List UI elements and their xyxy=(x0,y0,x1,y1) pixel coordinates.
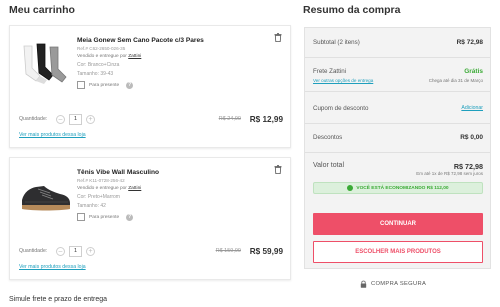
quantity-row: Quantidade: – 1 + R$ 24,90 R$ 12,99 xyxy=(19,113,283,125)
quantity-label: Quantidade: xyxy=(19,248,48,254)
gift-option: Para presente ? xyxy=(77,213,267,221)
quantity-input[interactable]: 1 xyxy=(69,113,82,125)
gift-label: Para presente xyxy=(89,214,120,220)
total-row: Valor total R$ 72,98 xyxy=(313,162,483,171)
seller-prefix: Vendido e entregue por xyxy=(77,54,127,59)
price-new: R$ 59,99 xyxy=(249,246,283,256)
divider xyxy=(305,57,490,58)
check-icon xyxy=(347,185,354,191)
lock-icon xyxy=(360,280,367,288)
coupon-row: Cupom de desconto Adicionar xyxy=(313,105,483,112)
order-summary-panel: Subtotal (2 itens) R$ 72,98 Frete Zattin… xyxy=(304,27,491,269)
savings-badge: VOCÊ ESTÁ ECONOMIZANDO R$ 112,00 xyxy=(313,182,483,194)
store-products-link[interactable]: Ver mais produtos dessa loja xyxy=(19,132,86,138)
product-size: Tamanho: 39-43 xyxy=(77,71,114,77)
trash-icon[interactable] xyxy=(274,33,282,42)
coupon-label: Cupom de desconto xyxy=(313,105,369,112)
total-value: R$ 72,98 xyxy=(453,162,483,171)
seller-link[interactable]: Zattini xyxy=(128,186,141,191)
price-old: R$ 159,99 xyxy=(215,248,241,254)
subtotal-row: Subtotal (2 itens) R$ 72,98 xyxy=(313,39,483,46)
gift-checkbox[interactable] xyxy=(77,81,85,89)
product-info: Meia Gonew Sem Cano Pacote c/3 Pares Ref… xyxy=(77,36,267,89)
choose-more-products-button[interactable]: ESCOLHER MAIS PRODUTOS xyxy=(313,241,483,263)
sneaker-image[interactable] xyxy=(20,172,72,220)
price-old: R$ 24,90 xyxy=(218,116,241,122)
continue-button[interactable]: CONTINUAR xyxy=(313,213,483,235)
product-ref: Ref.# K11-0728-256-42 xyxy=(77,178,125,183)
product-seller: Vendido e entregue por Zattini xyxy=(77,52,267,61)
savings-text: VOCÊ ESTÁ ECONOMIZANDO R$ 112,00 xyxy=(356,185,449,191)
shipping-row: Frete Zattini Grátis xyxy=(313,68,483,75)
shipping-label: Frete Zattini xyxy=(313,68,347,75)
price-new: R$ 12,99 xyxy=(249,114,283,124)
divider xyxy=(305,91,490,92)
discounts-value: R$ 0,00 xyxy=(460,134,483,141)
seller-link[interactable]: Zattini xyxy=(128,54,141,59)
shipping-sub-row: Ver outras opções de entrega Chega até d… xyxy=(313,78,483,83)
product-color: Cor: Branco+Cinza xyxy=(77,62,120,68)
divider xyxy=(305,152,490,153)
product-info: Tênis Vibe Wall Masculino Ref.# K11-0728… xyxy=(77,168,267,221)
installments-text: Em até 1x de R$ 72,98 sem juros xyxy=(416,171,483,176)
help-icon[interactable]: ? xyxy=(126,81,134,89)
product-seller: Vendido e entregue por Zattini xyxy=(77,184,267,193)
quantity-decrease-button[interactable]: – xyxy=(56,246,65,256)
shipping-simulation-title: Simule frete e prazo de entrega xyxy=(9,296,108,303)
discounts-row: Descontos R$ 0,00 xyxy=(313,134,483,141)
total-label: Valor total xyxy=(313,162,344,169)
quantity-label: Quantidade: xyxy=(19,116,48,122)
quantity-decrease-button[interactable]: – xyxy=(56,114,65,124)
shipping-value: Grátis xyxy=(464,68,483,75)
divider xyxy=(305,123,490,124)
secure-purchase: COMPRA SEGURA xyxy=(360,280,426,288)
quantity-row: Quantidade: – 1 + R$ 159,99 R$ 59,99 xyxy=(19,245,283,257)
shipping-eta: Chega até dia 31 de Março xyxy=(428,78,483,83)
subtotal-value: R$ 72,98 xyxy=(456,39,483,46)
product-color: Cor: Preto+Marrom xyxy=(77,194,120,200)
socks-image[interactable] xyxy=(20,40,72,88)
secure-purchase-label: COMPRA SEGURA xyxy=(371,281,427,287)
subtotal-label: Subtotal (2 itens) xyxy=(313,39,360,46)
product-ref: Ref.# C62-2650-026-35 xyxy=(77,46,126,51)
quantity-input[interactable]: 1 xyxy=(69,245,82,257)
quantity-increase-button[interactable]: + xyxy=(86,114,95,124)
discounts-label: Descontos xyxy=(313,134,343,141)
installments-row: Em até 1x de R$ 72,98 sem juros xyxy=(313,171,483,176)
cart-item-card: Meia Gonew Sem Cano Pacote c/3 Pares Ref… xyxy=(9,25,291,148)
gift-label: Para presente xyxy=(89,82,120,88)
product-name[interactable]: Meia Gonew Sem Cano Pacote c/3 Pares xyxy=(77,36,267,45)
gift-option: Para presente ? xyxy=(77,81,267,89)
quantity-increase-button[interactable]: + xyxy=(86,246,95,256)
gift-checkbox[interactable] xyxy=(77,213,85,221)
cart-item-card: Tênis Vibe Wall Masculino Ref.# K11-0728… xyxy=(9,157,291,280)
shipping-options-link[interactable]: Ver outras opções de entrega xyxy=(313,78,373,83)
trash-icon[interactable] xyxy=(274,165,282,174)
seller-prefix: Vendido e entregue por xyxy=(77,186,127,191)
product-size: Tamanho: 42 xyxy=(77,203,106,209)
summary-title: Resumo da compra xyxy=(303,4,401,16)
help-icon[interactable]: ? xyxy=(126,213,134,221)
product-name[interactable]: Tênis Vibe Wall Masculino xyxy=(77,168,267,177)
cart-title: Meu carrinho xyxy=(9,4,75,16)
add-coupon-link[interactable]: Adicionar xyxy=(461,105,483,112)
store-products-link[interactable]: Ver mais produtos dessa loja xyxy=(19,264,86,270)
